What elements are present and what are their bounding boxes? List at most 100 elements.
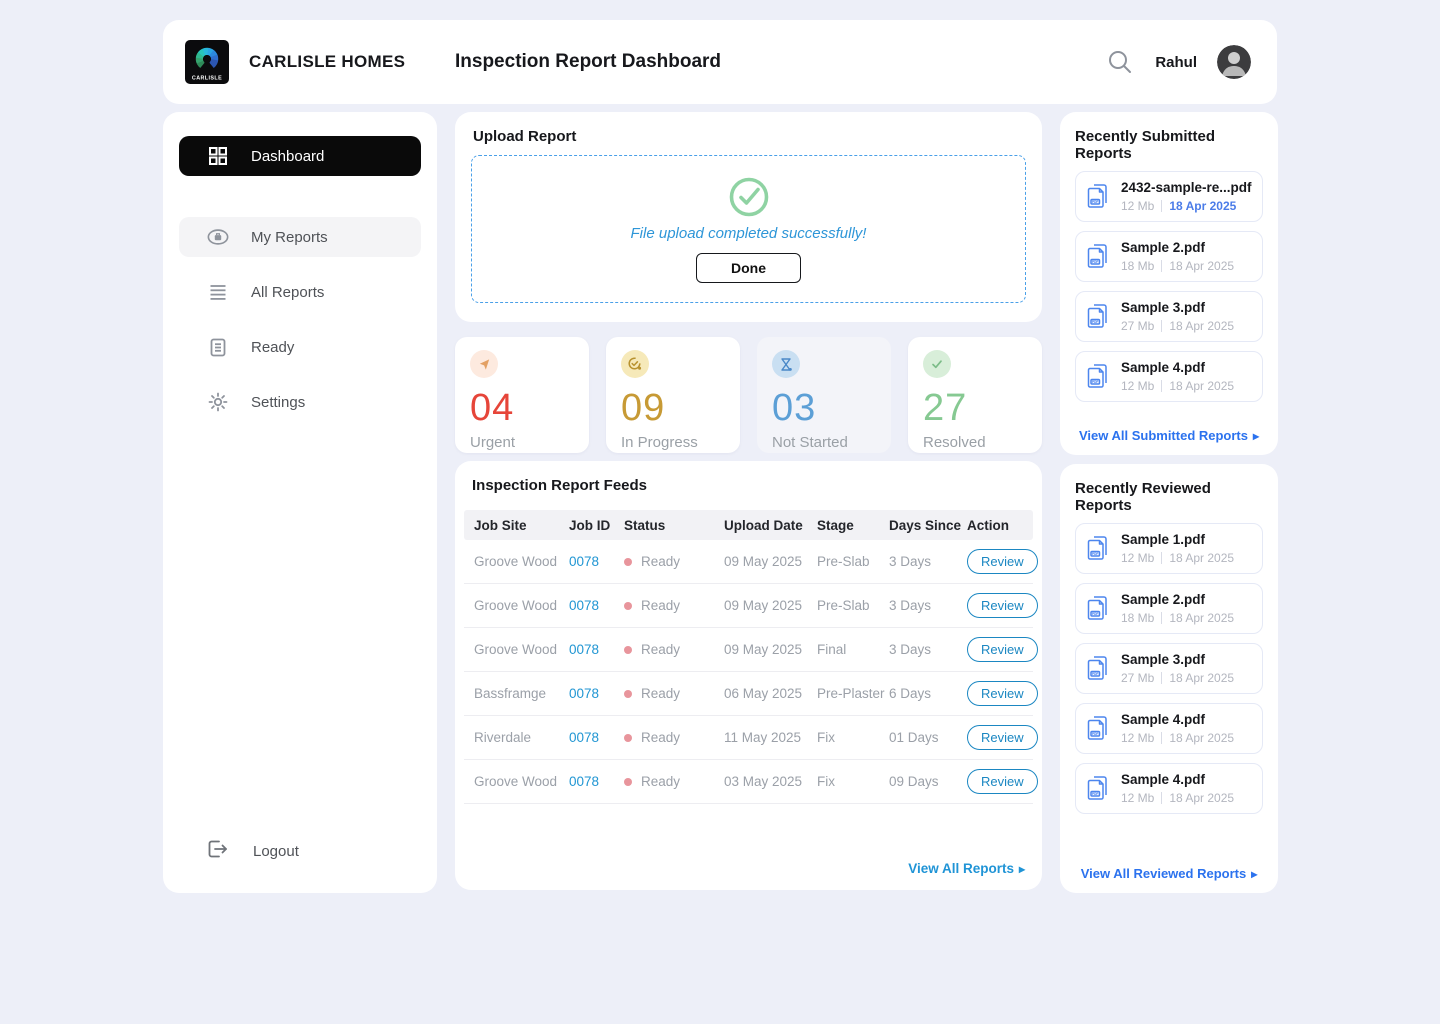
review-button[interactable]: Review xyxy=(967,637,1038,662)
table-row: Riverdale 0078 Ready 11 May 2025 Fix 01 … xyxy=(464,716,1038,760)
job-id-link[interactable]: 0078 xyxy=(569,554,624,569)
check-icon xyxy=(923,350,951,378)
list-item[interactable]: PDF Sample 2.pdf 18 Mb 18 Apr 2025 xyxy=(1075,231,1263,282)
feeds-section-title: Inspection Report Feeds xyxy=(472,477,648,494)
job-id-link[interactable]: 0078 xyxy=(569,730,624,745)
status-cell: Ready xyxy=(624,774,724,789)
report-date: 18 Apr 2025 xyxy=(1169,551,1235,565)
sidebar-item-settings[interactable]: Settings xyxy=(179,382,421,422)
user-name: Rahul xyxy=(1155,53,1197,71)
days-since-cell: 3 Days xyxy=(889,598,932,613)
upload-report-card: Upload Report File upload completed succ… xyxy=(455,112,1042,322)
job-id-link[interactable]: 0078 xyxy=(569,598,624,613)
stat-label-urgent: Urgent xyxy=(470,434,516,451)
report-date: 18 Apr 2025 xyxy=(1169,379,1235,393)
view-all-submitted-link[interactable]: View All Submitted Reports xyxy=(1075,418,1263,443)
list-item[interactable]: PDF Sample 1.pdf 12 Mb 18 Apr 2025 xyxy=(1075,523,1263,574)
upload-dropzone[interactable]: File upload completed successfully! Done xyxy=(471,155,1026,303)
list-item[interactable]: PDF Sample 4.pdf 12 Mb 18 Apr 2025 xyxy=(1075,763,1263,814)
stat-card-not-started: 03 Not Started xyxy=(757,337,891,453)
status-cell: Ready xyxy=(624,730,724,745)
review-button[interactable]: Review xyxy=(967,549,1038,574)
report-size: 12 Mb xyxy=(1121,199,1155,213)
pdf-file-icon: PDF xyxy=(1087,364,1107,388)
report-date: 18 Apr 2025 xyxy=(1169,259,1235,273)
report-info: Sample 1.pdf 12 Mb 18 Apr 2025 xyxy=(1121,532,1234,565)
document-lines-icon xyxy=(207,338,229,357)
report-info: Sample 4.pdf 12 Mb 18 Apr 2025 xyxy=(1121,360,1234,393)
status-dot-icon xyxy=(624,601,632,610)
review-button[interactable]: Review xyxy=(967,769,1038,794)
review-button[interactable]: Review xyxy=(967,681,1038,706)
list-item[interactable]: PDF Sample 2.pdf 18 Mb 18 Apr 2025 xyxy=(1075,583,1263,634)
sidebar-item-all-reports[interactable]: All Reports xyxy=(179,272,421,312)
report-info: Sample 3.pdf 27 Mb 18 Apr 2025 xyxy=(1121,300,1234,333)
job-id-link[interactable]: 0078 xyxy=(569,642,624,657)
meta-divider xyxy=(1161,200,1163,212)
hourglass-icon xyxy=(772,350,800,378)
svg-text:PDF: PDF xyxy=(1092,260,1098,264)
sidebar-item-ready[interactable]: Ready xyxy=(179,327,421,367)
sidebar: Dashboard My Reports All Reports Ready S… xyxy=(163,112,437,893)
meta-divider xyxy=(1161,320,1163,332)
feeds-table-header: Job Site Job ID Status Upload Date Stage… xyxy=(464,510,1033,540)
done-button[interactable]: Done xyxy=(696,252,801,283)
main-content: Upload Report File upload completed succ… xyxy=(455,112,1042,893)
report-meta: 12 Mb 18 Apr 2025 xyxy=(1121,379,1234,393)
status-cell: Ready xyxy=(624,554,724,569)
list-item[interactable]: PDF Sample 4.pdf 12 Mb 18 Apr 2025 xyxy=(1075,351,1263,402)
sidebar-item-label: Dashboard xyxy=(251,147,325,165)
view-all-reviewed-link[interactable]: View All Reviewed Reports xyxy=(1075,856,1263,881)
column-header-job-site: Job Site xyxy=(474,517,527,533)
sidebar-item-dashboard[interactable]: Dashboard xyxy=(179,136,421,176)
stage-cell: Final xyxy=(817,642,847,657)
table-row: Bassframge 0078 Ready 06 May 2025 Pre-Pl… xyxy=(464,672,1038,716)
sidebar-item-my-reports[interactable]: My Reports xyxy=(179,217,421,257)
list-item[interactable]: PDF Sample 3.pdf 27 Mb 18 Apr 2025 xyxy=(1075,643,1263,694)
logout-button[interactable]: Logout xyxy=(179,839,421,863)
stat-card-urgent: 04 Urgent xyxy=(455,337,589,453)
report-date: 18 Apr 2025 xyxy=(1169,671,1235,685)
stage-cell: Pre-Plaster xyxy=(817,686,885,701)
brand: CARLISLE CARLISLE HOMES xyxy=(185,40,455,84)
table-row: Groove Wood 0078 Ready 09 May 2025 Pre-S… xyxy=(464,540,1038,584)
list-item[interactable]: PDF Sample 3.pdf 27 Mb 18 Apr 2025 xyxy=(1075,291,1263,342)
column-header-stage: Stage xyxy=(817,517,854,533)
svg-text:PDF: PDF xyxy=(1092,672,1098,676)
recently-reviewed-panel: Recently Reviewed Reports PDF Sample 1.p… xyxy=(1060,464,1278,893)
right-column: Recently Submitted Reports PDF 2432-samp… xyxy=(1060,112,1278,893)
view-all-reports-link[interactable]: View All Reports xyxy=(464,861,1033,876)
list-item[interactable]: PDF 2432-sample-re...pdf 12 Mb 18 Apr 20… xyxy=(1075,171,1263,222)
pdf-file-icon: PDF xyxy=(1087,184,1107,208)
carlisle-logo-icon: CARLISLE xyxy=(185,40,229,84)
search-button[interactable] xyxy=(1105,47,1135,77)
progress-check-icon xyxy=(621,350,649,378)
svg-text:PDF: PDF xyxy=(1092,552,1098,556)
brand-name: CARLISLE HOMES xyxy=(249,52,406,71)
report-meta: 12 Mb 18 Apr 2025 xyxy=(1121,791,1234,805)
status-dot-icon xyxy=(624,645,632,654)
report-date: 18 Apr 2025 xyxy=(1169,731,1235,745)
days-since-cell: 01 Days xyxy=(889,730,939,745)
report-info: Sample 2.pdf 18 Mb 18 Apr 2025 xyxy=(1121,240,1234,273)
status-dot-icon xyxy=(624,557,632,566)
table-row: Groove Wood 0078 Ready 03 May 2025 Fix 0… xyxy=(464,760,1038,804)
report-meta: 12 Mb 18 Apr 2025 xyxy=(1121,731,1234,745)
meta-divider xyxy=(1161,380,1163,392)
stage-cell: Pre-Slab xyxy=(817,554,870,569)
user-avatar[interactable] xyxy=(1217,45,1251,79)
page: CARLISLE CARLISLE HOMES Inspection Repor… xyxy=(0,0,1440,1024)
logout-icon xyxy=(207,839,229,863)
page-title: Inspection Report Dashboard xyxy=(455,51,722,72)
job-site-cell: Groove Wood xyxy=(474,598,558,613)
sidebar-item-label: Ready xyxy=(251,338,295,356)
job-id-link[interactable]: 0078 xyxy=(569,686,624,701)
review-button[interactable]: Review xyxy=(967,725,1038,750)
review-button[interactable]: Review xyxy=(967,593,1038,618)
status-cell: Ready xyxy=(624,598,724,613)
job-id-link[interactable]: 0078 xyxy=(569,774,624,789)
stat-value-resolved: 27 xyxy=(923,387,968,429)
list-item[interactable]: PDF Sample 4.pdf 12 Mb 18 Apr 2025 xyxy=(1075,703,1263,754)
recently-submitted-panel: Recently Submitted Reports PDF 2432-samp… xyxy=(1060,112,1278,455)
svg-text:PDF: PDF xyxy=(1092,320,1098,324)
